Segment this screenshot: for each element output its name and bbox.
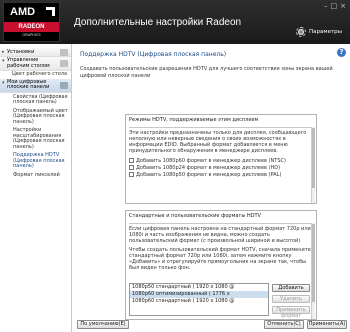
monitor-icon xyxy=(60,48,68,56)
sidebar-item-desktop-color[interactable]: Цвет рабочего стола xyxy=(0,71,71,79)
checkbox-label: Добавить 1080p50 формат в менеджер диспл… xyxy=(136,171,282,178)
minimize-button[interactable]: – xyxy=(324,2,328,10)
page-description: Создавать пользовательские разрешения HD… xyxy=(80,66,333,79)
help-icon[interactable]: ? xyxy=(337,48,346,57)
logo-graphics: GRAPHICS xyxy=(22,33,41,37)
flat-panel-icon xyxy=(60,81,68,89)
format-list[interactable]: 1080p50 стандартный ( 1920 x 1080 @ 1080… xyxy=(129,283,269,316)
sidebar-item-label: Установки xyxy=(7,49,35,55)
checkbox-label: Добавить 1080p60 формат в менеджер диспл… xyxy=(136,157,286,164)
window-title: Дополнительные настройки Radeon xyxy=(74,17,242,28)
list-item[interactable]: 1080p60 оптимизированный ( 1776 x xyxy=(130,291,268,298)
checkbox-1080p60-ntsc[interactable]: Добавить 1080p60 формат в менеджер диспл… xyxy=(126,157,316,164)
params-label: Параметры xyxy=(309,29,342,35)
checkbox[interactable] xyxy=(129,165,134,170)
apply-format-button[interactable]: Применить формат xyxy=(272,306,310,319)
checkbox-label: Добавить 1080p24 формат в менеджер диспл… xyxy=(136,164,281,171)
checkbox-1080p50-pal[interactable]: Добавить 1080p50 формат в менеджер диспл… xyxy=(126,171,316,178)
main-content: Поддержка HDTV (Цифровая плоская панель)… xyxy=(73,44,350,332)
divider xyxy=(129,127,313,128)
params-button[interactable]: Параметры xyxy=(296,27,342,37)
close-button[interactable]: × xyxy=(340,2,346,10)
hdtv-formats-panel: Стандартные и пользовательские форматы H… xyxy=(125,210,317,320)
window-controls: – □ × xyxy=(324,2,346,10)
sidebar-item-display-color[interactable]: Отображаемый цвет (Цифровая плоская пане… xyxy=(0,108,71,128)
sidebar-item-desktop-mgmt[interactable]: ▾ Управление рабочим столом xyxy=(0,57,71,71)
page-title: Поддержка HDTV (Цифровая плоская панель) xyxy=(80,51,227,58)
sidebar-item-scaling[interactable]: Настройки масштабирования (Цифровая плос… xyxy=(0,127,71,152)
formats-panel-text-1: Если цифровая панель настроена на станда… xyxy=(129,226,311,244)
checkbox[interactable] xyxy=(129,172,134,177)
scrollbar-thumb[interactable] xyxy=(312,224,315,302)
list-item[interactable]: 1080p60 стандартный ( 1920 x 1080 @ xyxy=(130,298,268,305)
apply-button[interactable]: Применить(A) xyxy=(307,320,347,329)
list-item[interactable]: 1080p50 стандартный ( 1920 x 1080 @ xyxy=(130,284,268,291)
logo-radeon: RADEON xyxy=(4,22,59,32)
maximize-button[interactable]: □ xyxy=(331,2,338,10)
default-button[interactable]: По умолчанию(E) xyxy=(77,320,129,329)
add-button[interactable]: Добавить xyxy=(272,284,310,292)
sidebar-item-label: Мои цифровые плоские панели xyxy=(7,78,50,90)
amd-arrow-icon xyxy=(46,7,55,16)
delete-button[interactable]: Удалить xyxy=(272,295,310,303)
scrollbar-thumb[interactable] xyxy=(312,128,315,188)
divider xyxy=(129,223,313,224)
sidebar-item-properties[interactable]: Свойства (Цифровая плоская панель) xyxy=(0,94,71,108)
modes-panel-text: Эти настройки предназначены только для д… xyxy=(129,130,307,154)
desktop-icon xyxy=(60,60,68,67)
amd-radeon-logo: AMD RADEON GRAPHICS xyxy=(3,2,60,42)
formats-panel-text-2: Чтобы создать пользовательский формат HD… xyxy=(129,247,311,271)
hdtv-modes-panel: Режимы HDTV, поддерживаемые этим дисплее… xyxy=(125,114,317,204)
modes-panel-title: Режимы HDTV, поддерживаемые этим дисплее… xyxy=(129,117,259,123)
scrollbar[interactable] xyxy=(311,223,315,319)
logo-brand: AMD xyxy=(10,6,36,18)
checkbox-1080p24-hd[interactable]: Добавить 1080p24 формат в менеджер диспл… xyxy=(126,164,316,171)
sidebar-item-pixel-format[interactable]: Формат пикселей xyxy=(0,172,71,181)
checkbox[interactable] xyxy=(129,158,134,163)
scrollbar[interactable] xyxy=(311,127,315,203)
sidebar-item-hdtv-support[interactable]: Поддержка HDTV (Цифровая плоская панель) xyxy=(0,152,71,172)
sidebar-item-label: Управление рабочим столом xyxy=(7,57,50,69)
title-bar: AMD RADEON GRAPHICS Дополнительные настр… xyxy=(0,0,350,44)
sidebar: ▸ Установки ▾ Управление рабочим столом … xyxy=(0,44,72,332)
gear-icon xyxy=(296,27,307,37)
cancel-button[interactable]: Отменить(C) xyxy=(264,320,304,329)
formats-panel-title: Стандартные и пользовательские форматы H… xyxy=(129,213,261,219)
sidebar-item-installs[interactable]: ▸ Установки xyxy=(0,48,71,57)
sidebar-item-my-digital-panels[interactable]: ▾ Мои цифровые плоские панели xyxy=(0,78,71,93)
